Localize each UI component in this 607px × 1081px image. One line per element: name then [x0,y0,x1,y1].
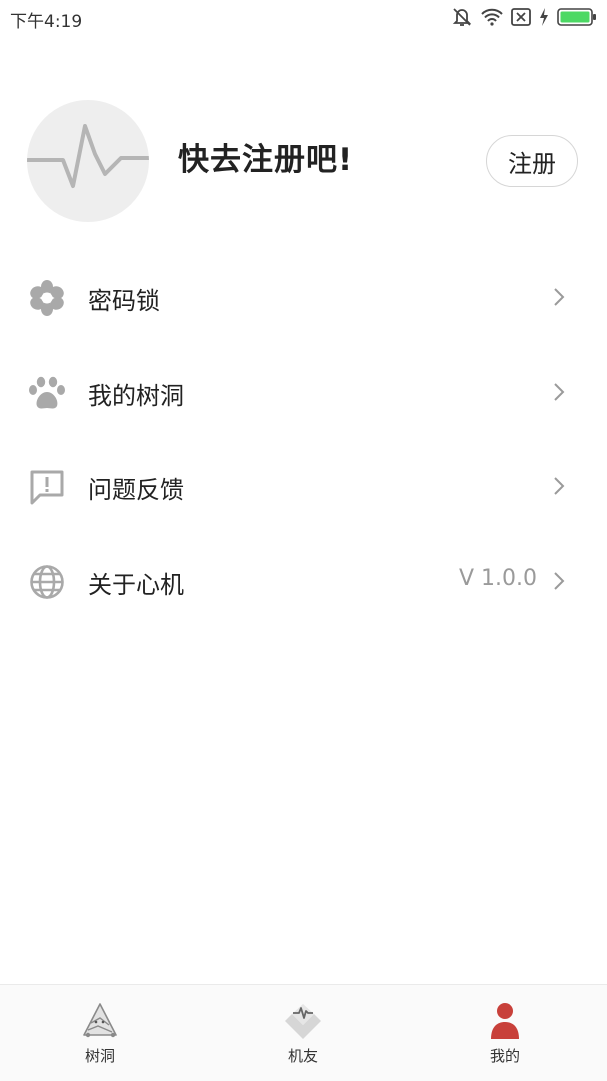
status-time: 下午4:19 [10,12,83,32]
tab-friends[interactable]: 机友 [243,985,363,1081]
version-value: V 1.0.0 [458,565,537,591]
flower-icon [30,280,64,316]
tab-label: 机友 [287,1047,318,1065]
paw-icon [29,376,65,408]
settings-menu: 密码锁 我的树洞 问题反馈 关于心机 V 1.0.0 [0,250,607,628]
menu-label: 我的树洞 [88,381,184,410]
menu-label: 关于心机 [88,570,184,599]
person-icon [491,1003,519,1039]
status-bar: 下午4:19 [0,0,607,34]
no-sim-icon [511,8,531,26]
feedback-icon [30,470,64,505]
menu-item-password-lock[interactable]: 密码锁 [0,250,607,345]
register-button[interactable]: 注册 [486,135,578,187]
tree-hole-icon [83,1003,117,1038]
tab-label: 树洞 [84,1047,115,1065]
mute-vibrate-icon [452,8,472,26]
chevron-right-icon [554,571,565,590]
bottom-tab-bar: 树洞 机友 我的 [0,984,607,1081]
tab-label: 我的 [489,1047,520,1065]
heartbeat-icon [27,124,149,188]
chevron-right-icon [554,288,565,306]
status-icons [451,6,597,28]
tab-mine[interactable]: 我的 [445,985,565,1081]
chevron-right-icon [554,477,565,495]
menu-item-feedback[interactable]: 问题反馈 [0,439,607,534]
globe-icon [30,564,64,599]
menu-item-about[interactable]: 关于心机 V 1.0.0 [0,534,607,629]
menu-label: 密码锁 [88,287,160,315]
menu-label: 问题反馈 [88,476,184,504]
chevron-right-icon [554,382,565,401]
profile-header: 快去注册吧! 注册 [0,100,607,224]
wifi-icon [481,8,503,26]
heart-pulse-icon [285,1004,321,1039]
battery-icon [557,8,596,26]
tab-tree-hole[interactable]: 树洞 [40,985,160,1081]
menu-item-my-tree-hole[interactable]: 我的树洞 [0,345,607,440]
profile-title: 快去注册吧! [178,142,354,178]
charging-icon [540,8,548,26]
avatar[interactable] [27,100,149,222]
